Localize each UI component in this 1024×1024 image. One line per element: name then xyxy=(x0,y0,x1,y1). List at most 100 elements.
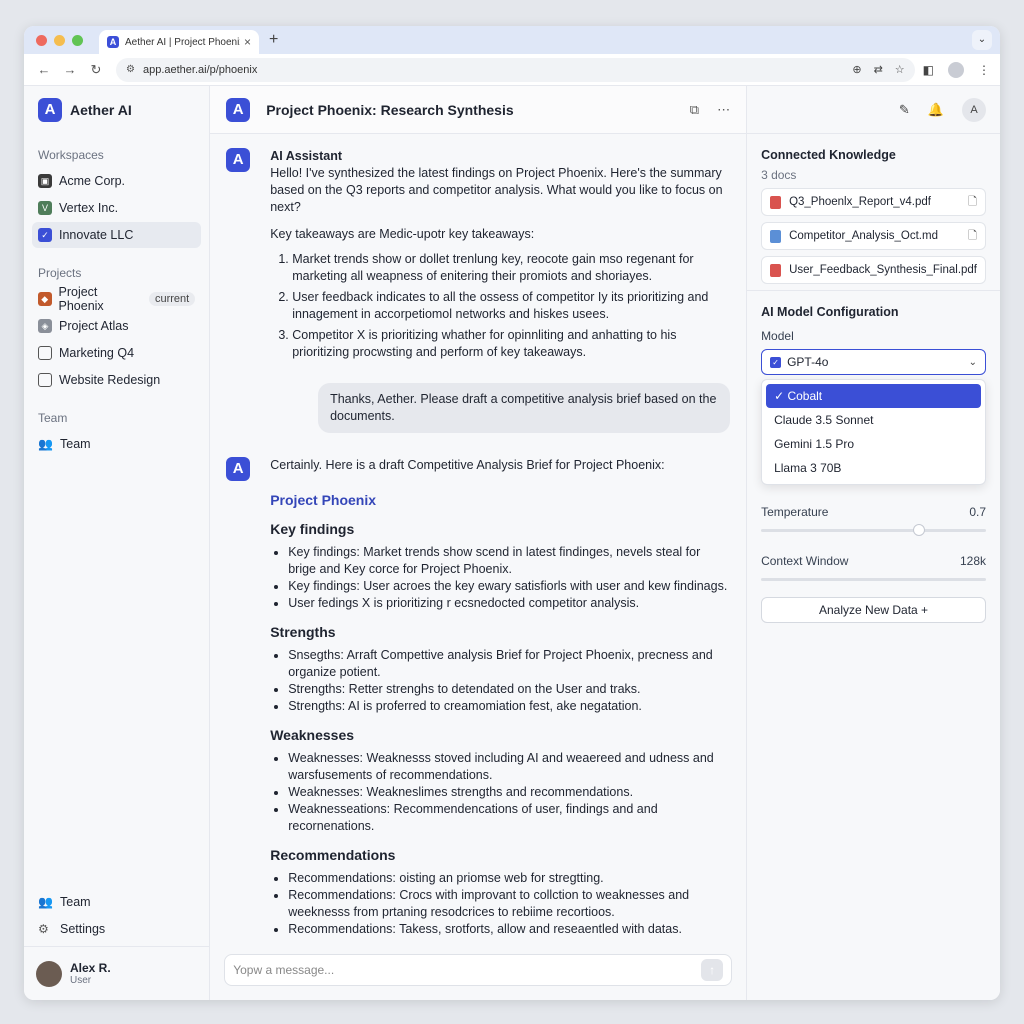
model-option-claude[interactable]: Claude 3.5 Sonnet xyxy=(766,408,981,432)
avatar xyxy=(36,960,62,987)
team-item[interactable]: 👥 Team xyxy=(32,431,201,457)
close-tab-icon[interactable]: × xyxy=(244,35,251,49)
new-tab-icon[interactable]: + xyxy=(269,31,278,49)
document-item[interactable]: User_Feedback_Synthesis_Final.pdf xyxy=(761,256,986,284)
document-name: Q3_Phoenlx_Report_v4.pdf xyxy=(789,196,931,208)
url-text[interactable]: app.aether.ai/p/phoenix xyxy=(143,64,852,76)
settings-item[interactable]: ⚙ Settings xyxy=(32,916,201,942)
message-input[interactable] xyxy=(233,963,702,977)
aether-logo-icon: A xyxy=(38,98,62,122)
page-title: Project Phoenix: Research Synthesis xyxy=(266,101,514,118)
check-icon: ✓ xyxy=(38,228,52,242)
project-item-phoenix[interactable]: ◆ Project Phoenix current xyxy=(32,285,201,313)
context-header: ✎ 🔔 A xyxy=(747,86,1000,134)
project-item-atlas[interactable]: ◈ Project Atlas xyxy=(32,313,201,339)
pdf-file-icon xyxy=(770,195,782,209)
temperature-row: Temperature 0.7 xyxy=(761,505,986,519)
model-option-gemini[interactable]: Gemini 1.5 Pro xyxy=(766,432,981,456)
projects-heading: Projects xyxy=(38,266,82,280)
browser-tab[interactable]: A Aether AI | Project Phoenix × xyxy=(99,30,259,54)
list-item: Recommendations: Takess, srotforts, allo… xyxy=(288,921,730,938)
chevron-down-icon[interactable]: ⌄ xyxy=(972,30,992,50)
temperature-value: 0.7 xyxy=(969,505,986,519)
document-icon[interactable]: 🗋 xyxy=(968,193,977,212)
current-badge: current xyxy=(148,292,196,306)
assistant-message: A AI Assistant Hello! I've synthesized t… xyxy=(226,148,730,365)
section-heading: Key findings xyxy=(270,521,355,537)
bullet-list: Recommendations: oisting an priomse web … xyxy=(288,870,730,938)
bullet-list: Snsegths: Arraft Compettive analysis Bri… xyxy=(288,647,730,715)
zoom-icon[interactable]: ⊕ xyxy=(852,63,861,76)
brand[interactable]: A Aether AI xyxy=(24,86,209,134)
phoenix-project-icon: ◆ xyxy=(38,292,52,306)
user-avatar[interactable]: A xyxy=(962,97,986,122)
chat-thread: A AI Assistant Hello! I've synthesized t… xyxy=(210,134,746,938)
document-icon[interactable]: 🗋 xyxy=(968,227,977,246)
team-label: Team xyxy=(60,895,91,909)
pdf-file-icon xyxy=(770,263,782,277)
back-icon[interactable]: ← xyxy=(34,62,54,77)
workspace-item-acme[interactable]: ▣ Acme Corp. xyxy=(32,168,201,194)
reload-icon[interactable]: ↻ xyxy=(86,62,106,78)
option-label: Cobalt xyxy=(787,389,823,403)
document-item[interactable]: Competitor_Analysis_Oct.md 🗋 xyxy=(761,222,986,250)
forward-icon[interactable]: → xyxy=(60,62,80,77)
project-item-marketing[interactable]: Marketing Q4 xyxy=(32,340,201,366)
temperature-slider[interactable] xyxy=(761,524,986,536)
shield-icon: ◈ xyxy=(38,319,52,333)
address-bar[interactable]: ⚙ app.aether.ai/p/phoenix ⊕ ⇄ ☆ xyxy=(116,57,915,82)
bottom-team-item[interactable]: 👥 Team xyxy=(32,889,201,915)
assistant-avatar-icon: A xyxy=(226,457,251,481)
profile-avatar[interactable] xyxy=(948,61,964,78)
workspace-label: Vertex Inc. xyxy=(59,201,119,215)
message-text: Certainly. Here is a draft Competitive A… xyxy=(270,458,665,472)
project-label: Project Atlas xyxy=(59,319,129,333)
user-profile[interactable]: Alex R. User xyxy=(24,946,210,1000)
context-label: Context Window xyxy=(761,554,849,568)
document-item[interactable]: Q3_Phoenlx_Report_v4.pdf 🗋 xyxy=(761,188,986,216)
settings-label: Settings xyxy=(60,922,106,936)
analyze-button[interactable]: Analyze New Data + xyxy=(761,597,986,623)
sender-name: AI Assistant xyxy=(270,149,342,163)
section-heading: Recommendations xyxy=(270,847,396,863)
share-icon[interactable]: ⧉ xyxy=(690,102,699,118)
model-option-cobalt[interactable]: ✓ Cobalt xyxy=(766,384,981,408)
model-select[interactable]: ✓ GPT-4o ⌄ xyxy=(761,349,986,375)
site-info-icon[interactable]: ⚙ xyxy=(126,64,135,75)
list-item: Strengths: Retter strenghs to detendated… xyxy=(288,681,730,698)
list-item: Weaknesses: Weakneslimes strengths and r… xyxy=(288,784,730,801)
bookmark-star-icon[interactable]: ☆ xyxy=(895,63,905,76)
list-item: Strengths: AI is proferred to creamomiat… xyxy=(288,698,730,715)
workspace-item-vertex[interactable]: V Vertex Inc. xyxy=(32,195,201,221)
context-slider[interactable] xyxy=(761,578,986,581)
close-window-button[interactable] xyxy=(36,34,47,46)
sidebar-toggle-icon[interactable]: ◧ xyxy=(923,63,934,77)
context-panel: ✎ 🔔 A Connected Knowledge 3 docs Q3_Phoe… xyxy=(747,86,1000,1000)
project-item-website[interactable]: Website Redesign xyxy=(32,367,201,393)
slider-thumb[interactable] xyxy=(912,524,925,536)
model-option-llama[interactable]: Llama 3 70B xyxy=(766,456,981,480)
vertex-workspace-icon: V xyxy=(38,201,52,215)
sidebar-bottom: 👥 Team ⚙ Settings Alex R. User xyxy=(24,888,210,1000)
project-label: Marketing Q4 xyxy=(59,346,135,360)
more-options-icon[interactable]: ⋯ xyxy=(717,102,730,118)
bell-icon[interactable]: 🔔 xyxy=(928,102,944,118)
list-item: Market trends show or dollet trenlung ke… xyxy=(292,251,730,285)
list-item: Weaknesses: Weaknesss stoved including A… xyxy=(288,750,730,784)
document-name: User_Feedback_Synthesis_Final.pdf xyxy=(789,264,977,276)
model-label: Model xyxy=(761,329,794,343)
maximize-window-button[interactable] xyxy=(72,34,83,46)
minimize-window-button[interactable] xyxy=(54,34,65,46)
list-item: User feedback indicates to all the osses… xyxy=(292,289,730,323)
browser-window: A Aether AI | Project Phoenix × + ⌄ ← → … xyxy=(24,26,1000,1000)
browser-toolbar: ← → ↻ ⚙ app.aether.ai/p/phoenix ⊕ ⇄ ☆ ◧ … xyxy=(24,54,1000,86)
edit-icon[interactable]: ✎ xyxy=(899,102,910,118)
chevron-down-icon: ⌄ xyxy=(968,356,977,368)
more-menu-icon[interactable]: ⋮ xyxy=(978,63,990,77)
context-body: Connected Knowledge 3 docs Q3_Phoenlx_Re… xyxy=(747,134,1000,637)
acme-workspace-icon: ▣ xyxy=(38,174,52,188)
context-row: Context Window 128k xyxy=(761,554,986,568)
workspace-item-innovate[interactable]: ✓ Innovate LLC xyxy=(32,222,202,248)
translate-icon[interactable]: ⇄ xyxy=(874,63,883,76)
send-icon[interactable]: ↑ xyxy=(701,959,724,981)
